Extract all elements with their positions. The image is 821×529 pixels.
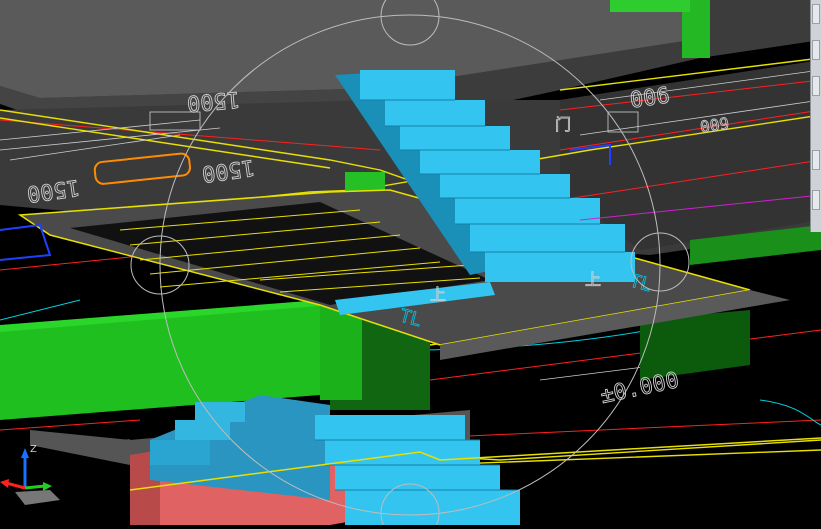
viewcube-icon[interactable]: [812, 4, 820, 24]
up-arrow-label-2: 上: [585, 270, 601, 289]
green-beam-top: [610, 0, 690, 12]
room-mark: 门: [555, 115, 571, 134]
ucs-z-label: Z: [30, 444, 37, 455]
pan-icon[interactable]: [812, 40, 820, 60]
ucs-icon: Z: [0, 444, 60, 505]
dim-009: 009: [699, 114, 730, 137]
navigation-toolbar: [810, 0, 821, 232]
wheel-icon[interactable]: [812, 190, 820, 210]
blue-accent: [0, 223, 52, 261]
up-arrow-label: 上: [430, 285, 446, 304]
model-canvas[interactable]: 1500 1500 1500 006 009 ±0.000 TL TL 上 上 …: [0, 0, 821, 529]
orbit-icon[interactable]: [812, 150, 820, 170]
cad-3d-viewport[interactable]: 1500 1500 1500 006 009 ±0.000 TL TL 上 上 …: [0, 0, 821, 529]
zoom-icon[interactable]: [812, 76, 820, 96]
elevation-label: ±0.000: [598, 368, 681, 409]
